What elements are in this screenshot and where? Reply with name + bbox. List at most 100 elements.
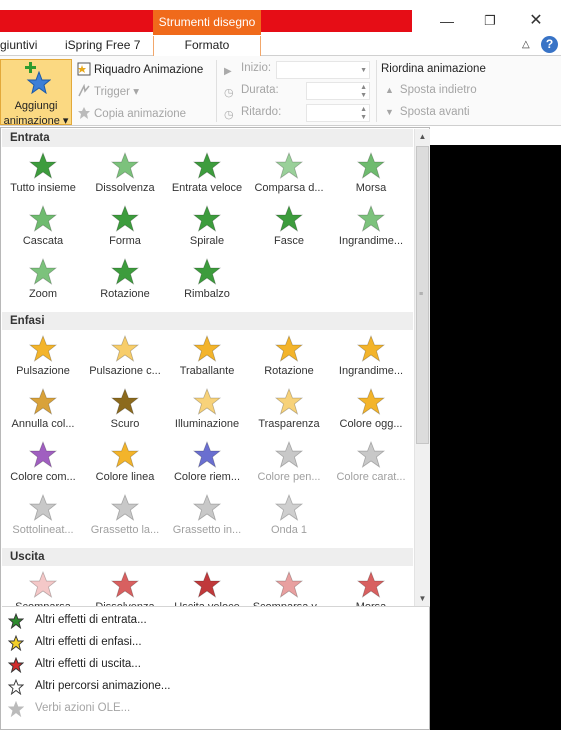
trigger-button[interactable]: Trigger ▾	[77, 84, 139, 98]
animation-effect-item[interactable]: Scuro	[84, 385, 166, 438]
animation-effect-item[interactable]: Tutto insieme	[2, 149, 84, 202]
clock-icon: ◷	[224, 87, 234, 99]
effect-label: Ingrandime...	[338, 365, 404, 377]
effect-star-icon	[111, 152, 139, 179]
more-effects-item[interactable]: Altri effetti di enfasi...	[2, 632, 430, 654]
add-animation-button[interactable]: Aggiungi animazione ▾	[0, 59, 72, 127]
collapse-ribbon-icon[interactable]: △	[522, 39, 530, 50]
animation-effect-item[interactable]: Scomparsa	[2, 568, 84, 606]
animation-effect-item[interactable]: Ingrandime...	[330, 202, 412, 255]
animation-effect-item: Colore carat...	[330, 438, 412, 491]
tab-ispring[interactable]: iSpring Free 7	[65, 38, 140, 52]
animation-effect-item[interactable]: Entrata veloce	[166, 149, 248, 202]
animation-effect-item: Grassetto in...	[166, 491, 248, 544]
animation-effect-item[interactable]: Fasce	[248, 202, 330, 255]
animation-effect-item[interactable]: Dissolvenza	[84, 568, 166, 606]
animation-effect-item[interactable]: Colore linea	[84, 438, 166, 491]
section-header: Uscita	[2, 548, 413, 566]
animation-gallery: Entrata Tutto insieme Dissolvenza Entrata v…	[2, 129, 413, 606]
animation-effect-item[interactable]: Cascata	[2, 202, 84, 255]
animation-effect-item[interactable]: Rotazione	[248, 332, 330, 385]
animation-effect-item[interactable]: Rimbalzo	[166, 255, 248, 308]
start-select[interactable]: ▼	[276, 61, 370, 79]
effect-star-icon	[111, 494, 139, 521]
animation-effect-item[interactable]: Ingrandime...	[330, 332, 412, 385]
move-earlier-button[interactable]: ▲ Sposta indietro	[385, 84, 477, 96]
animation-effect-item[interactable]: Traballante	[166, 332, 248, 385]
effect-label: Annulla col...	[11, 418, 75, 430]
section-header: Enfasi	[2, 312, 413, 330]
copy-animation-button[interactable]: Copia animazione	[77, 106, 186, 120]
start-label-text: Inizio:	[241, 62, 272, 74]
add-animation-star-icon	[25, 62, 51, 94]
animation-effect-item[interactable]: Pulsazione c...	[84, 332, 166, 385]
animation-effect-item[interactable]: Comparsa d...	[248, 149, 330, 202]
effect-star-icon	[111, 388, 139, 415]
more-effects-label: Altri percorsi animazione...	[35, 680, 171, 692]
scroll-down-icon[interactable]: ▼	[415, 591, 430, 606]
animation-effect-item[interactable]: Zoom	[2, 255, 84, 308]
effect-label: Rimbalzo	[184, 288, 230, 300]
effect-star-icon	[275, 571, 303, 598]
star-icon	[7, 613, 24, 629]
animation-effect-item[interactable]: Spirale	[166, 202, 248, 255]
spin-up-icon: ▲	[360, 106, 367, 113]
effect-star-icon	[357, 205, 385, 232]
animation-effect-item[interactable]: Morsa	[330, 568, 412, 606]
effect-star-icon	[29, 205, 57, 232]
animation-effect-item[interactable]: Rotazione	[84, 255, 166, 308]
animation-pane-icon	[77, 62, 91, 76]
play-icon: ▶	[224, 66, 232, 77]
reorder-title: Riordina animazione	[381, 63, 486, 75]
animation-effect-item[interactable]: Colore riem...	[166, 438, 248, 491]
animation-effect-item[interactable]: Morsa	[330, 149, 412, 202]
tab-formato[interactable]: Formato	[153, 36, 261, 57]
animation-effect-item[interactable]: Colore com...	[2, 438, 84, 491]
animation-effect-item[interactable]: Colore ogg...	[330, 385, 412, 438]
effect-star-icon	[29, 335, 57, 362]
effect-star-icon	[111, 205, 139, 232]
copy-animation-icon	[78, 107, 90, 119]
delay-label: ◷ Ritardo:	[224, 106, 281, 122]
close-button[interactable]: ✕	[521, 10, 551, 32]
delay-input[interactable]: ▲ ▼	[306, 104, 370, 122]
more-effects-item[interactable]: Altri effetti di entrata...	[2, 610, 430, 632]
move-later-button[interactable]: ▼ Sposta avanti	[385, 106, 470, 118]
animation-pane-button[interactable]: Riquadro Animazione	[77, 62, 203, 76]
animation-effect-item[interactable]: Annulla col...	[2, 385, 84, 438]
animation-effect-item[interactable]: Uscita veloce	[166, 568, 248, 606]
trigger-icon	[78, 84, 90, 97]
restore-button[interactable]: ❐	[475, 10, 505, 32]
animation-effect-item[interactable]: Forma	[84, 202, 166, 255]
section-header: Entrata	[2, 129, 413, 147]
effect-label: Forma	[109, 235, 141, 247]
duration-input[interactable]: ▲ ▼	[306, 82, 370, 100]
add-animation-label-2: animazione ▾	[3, 115, 69, 127]
effect-star-icon	[275, 388, 303, 415]
effect-star-icon	[29, 152, 57, 179]
gallery-scrollbar[interactable]: ▲ ≡ ▼	[414, 129, 430, 606]
effect-star-icon	[29, 388, 57, 415]
effect-label: Scuro	[110, 418, 140, 430]
more-effects-item[interactable]: Altri effetti di uscita...	[2, 654, 430, 676]
scrollbar-thumb[interactable]: ≡	[416, 146, 429, 444]
effect-label: Illuminazione	[174, 418, 240, 430]
minimize-button[interactable]: —	[432, 10, 462, 32]
tab-congiuntivi[interactable]: giuntivi	[0, 38, 37, 52]
scroll-up-icon[interactable]: ▲	[415, 129, 430, 144]
animation-effect-item[interactable]: Illuminazione	[166, 385, 248, 438]
animation-effect-item[interactable]: Trasparenza	[248, 385, 330, 438]
effect-label: Colore pen...	[257, 471, 321, 483]
effect-label: Colore ogg...	[339, 418, 403, 430]
add-animation-label-1: Aggiungi	[14, 100, 58, 112]
effect-star-icon	[193, 335, 221, 362]
help-icon[interactable]: ?	[541, 36, 558, 53]
star-icon	[7, 657, 24, 673]
effect-star-icon	[193, 152, 221, 179]
more-effects-item[interactable]: Altri percorsi animazione...	[2, 676, 430, 698]
animation-effect-item[interactable]: Dissolvenza	[84, 149, 166, 202]
clock-icon: ◷	[224, 109, 234, 121]
more-effects-item: Verbi azioni OLE...	[2, 698, 430, 720]
animation-effect-item[interactable]: Scomparsa v...	[248, 568, 330, 606]
animation-effect-item[interactable]: Pulsazione	[2, 332, 84, 385]
